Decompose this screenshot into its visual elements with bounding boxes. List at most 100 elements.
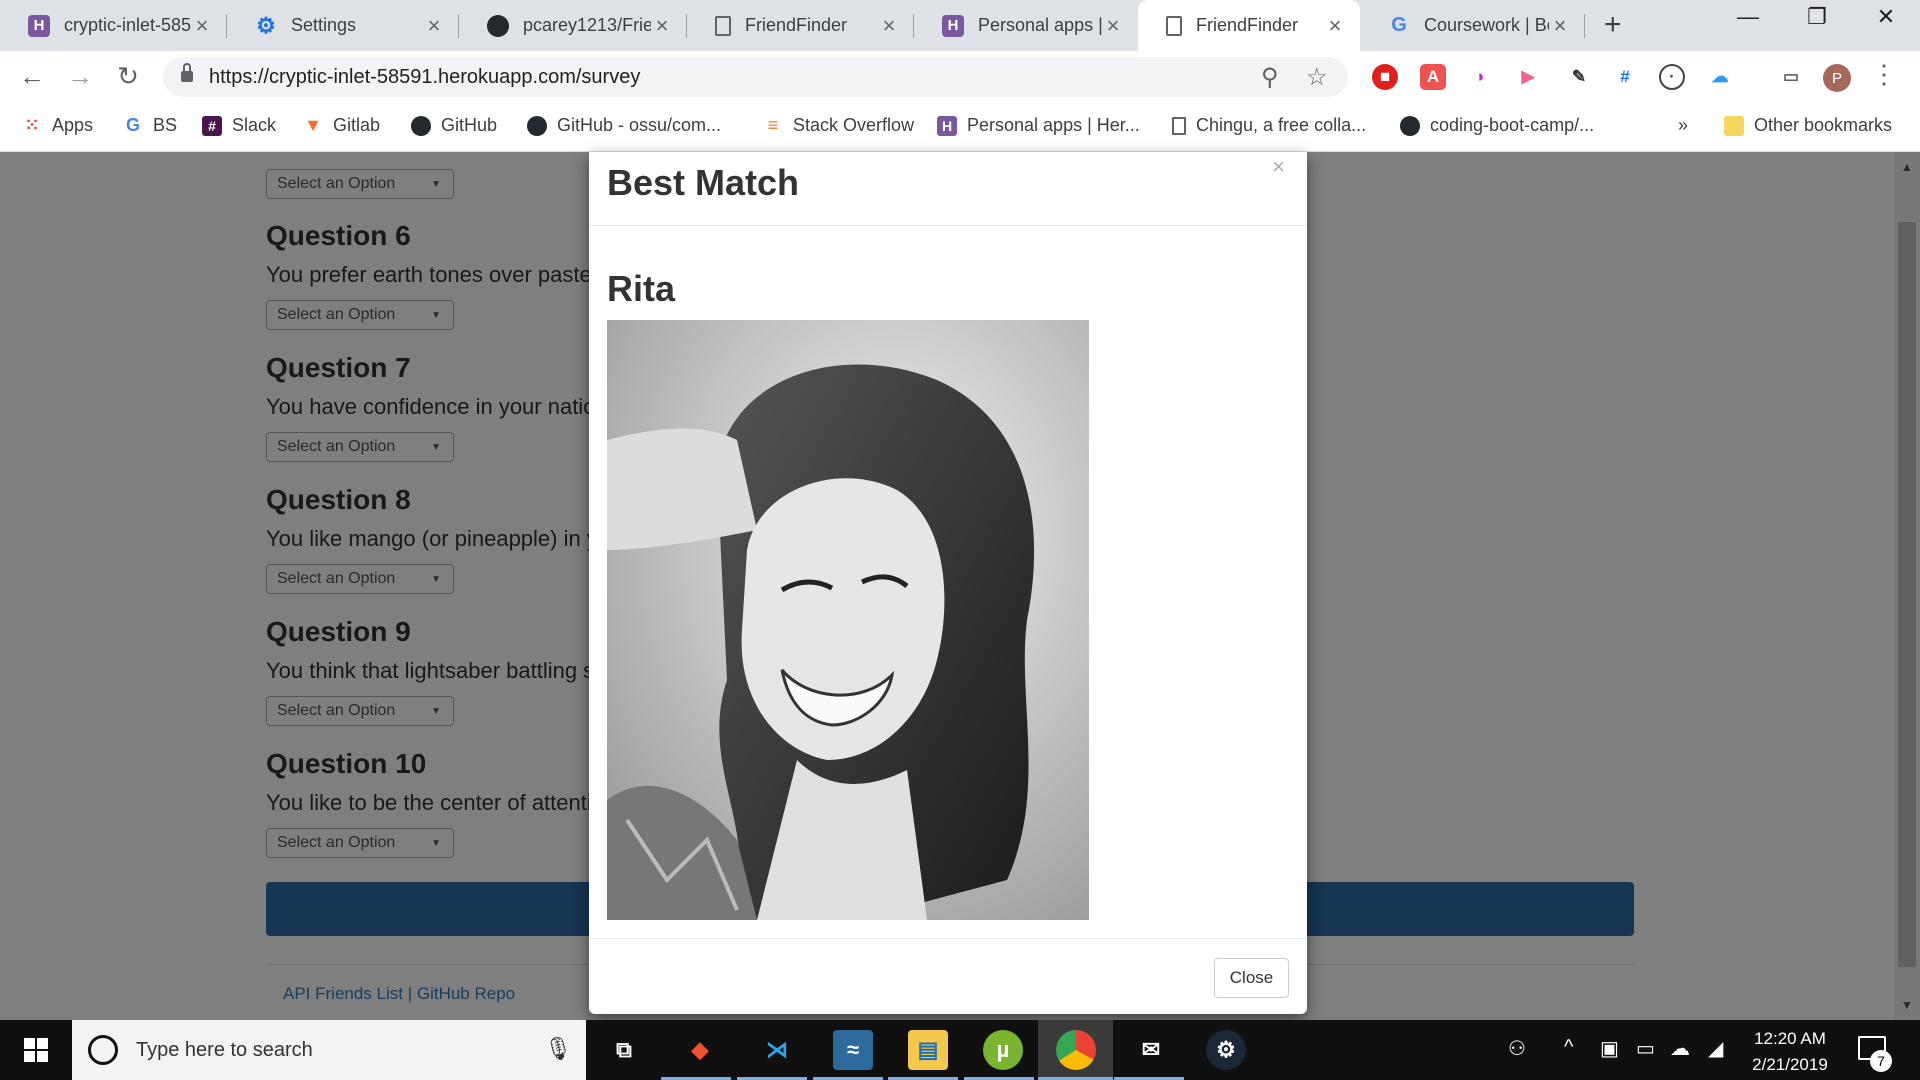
close-icon[interactable]: ×	[1549, 13, 1571, 39]
slack-icon: #	[202, 115, 222, 136]
github-icon	[487, 14, 509, 37]
ruler-icon[interactable]: #	[1612, 64, 1638, 90]
onedrive-icon[interactable]: ☁	[1670, 1036, 1690, 1061]
mysql-workbench-icon[interactable]: ≈	[833, 1030, 873, 1070]
tab-personal-apps[interactable]: H Personal apps | H ×	[914, 0, 1138, 51]
close-icon[interactable]: ×	[423, 13, 445, 39]
close-icon[interactable]: ×	[878, 13, 900, 39]
bookmark-slack[interactable]: # Slack	[202, 115, 276, 136]
bookmark-github-ossu[interactable]: GitHub - ossu/com...	[527, 115, 721, 136]
windows-taskbar: Type here to search 🎙 ⧉ ◆ ⋊ ≈ ▤ µ ✉ ⚙ ⚇ …	[0, 1020, 1920, 1080]
tab-settings[interactable]: ⚙ Settings ×	[227, 0, 459, 51]
modal-header: Best Match ×	[589, 152, 1307, 226]
start-button[interactable]	[0, 1020, 72, 1080]
bookmark-label: Personal apps | Her...	[967, 115, 1140, 135]
document-icon	[1172, 116, 1186, 135]
close-icon[interactable]: ×	[1324, 13, 1346, 39]
window-close-icon[interactable]: ✕	[1866, 4, 1906, 30]
restore-icon[interactable]: ❐	[1797, 4, 1837, 30]
bookmark-star-icon[interactable]: ☆	[1306, 63, 1328, 92]
people-icon[interactable]: ⚇	[1508, 1036, 1526, 1061]
close-icon[interactable]: ×	[1102, 13, 1124, 39]
file-explorer-icon[interactable]: ▤	[908, 1030, 948, 1070]
cast-icon[interactable]: ▭	[1778, 64, 1804, 90]
tab-title: Coursework | Bo	[1424, 15, 1549, 35]
minimize-icon[interactable]: —	[1728, 4, 1768, 30]
video-icon[interactable]: ▶	[1515, 64, 1541, 90]
git-icon[interactable]: ◆	[680, 1030, 720, 1070]
reload-icon[interactable]: ↻	[110, 61, 146, 92]
tab-title: FriendFinder	[1196, 15, 1299, 35]
modal-footer-divider	[589, 938, 1307, 939]
bookmark-gitlab[interactable]: ▼ Gitlab	[303, 115, 380, 136]
search-placeholder: Type here to search	[136, 1038, 313, 1061]
modal-close-icon[interactable]: ×	[1272, 154, 1285, 180]
utorrent-icon[interactable]: µ	[983, 1030, 1023, 1070]
notification-badge: 7	[1870, 1050, 1892, 1072]
back-icon[interactable]: ←	[14, 61, 50, 92]
modal-title: Best Match	[607, 162, 800, 203]
cloud-icon[interactable]: ☁	[1707, 64, 1733, 90]
github-icon	[411, 115, 431, 136]
json-viewer-icon[interactable]: ·	[1659, 64, 1685, 90]
pdf-icon[interactable]: A	[1420, 64, 1446, 90]
vscode-icon[interactable]: ⋊	[757, 1030, 797, 1070]
zoom-icon[interactable]: ⚲	[1261, 63, 1279, 92]
new-tab-icon[interactable]: +	[1604, 8, 1622, 42]
url-text: https://cryptic-inlet-58591.herokuapp.co…	[209, 65, 641, 88]
wifi-icon[interactable]: ◢	[1708, 1036, 1723, 1061]
address-bar[interactable]: https://cryptic-inlet-58591.herokuapp.co…	[163, 57, 1348, 97]
profile-avatar[interactable]: P	[1823, 64, 1851, 92]
bookmark-bs[interactable]: G BS	[123, 115, 177, 136]
tab-github-repo[interactable]: pcarey1213/Frie ×	[459, 0, 687, 51]
other-bookmarks[interactable]: Other bookmarks	[1724, 115, 1892, 136]
google-icon: G	[125, 115, 140, 135]
tab-title: Personal apps | H	[978, 15, 1102, 35]
close-button[interactable]: Close	[1214, 958, 1289, 998]
bookmark-label: Chingu, a free colla...	[1196, 115, 1367, 135]
tab-friendfinder[interactable]: FriendFinder ×	[687, 0, 914, 51]
clock-time: 12:20 AM	[1754, 1029, 1826, 1048]
heroku-icon: H	[937, 115, 957, 136]
close-icon[interactable]: ×	[651, 13, 673, 39]
eyedropper-icon[interactable]: ✎	[1566, 64, 1592, 90]
mail-icon[interactable]: ✉	[1131, 1030, 1171, 1070]
github-icon	[527, 115, 547, 136]
bookmark-github[interactable]: GitHub	[411, 115, 497, 136]
system-clock[interactable]: 12:20 AM 2/21/2019	[1730, 1026, 1850, 1078]
tab-coursework[interactable]: G Coursework | Bo ×	[1360, 0, 1585, 51]
rss-icon[interactable]: ◗	[1468, 64, 1494, 90]
adblock-icon[interactable]: ■	[1372, 64, 1398, 90]
close-icon[interactable]: ×	[191, 13, 213, 39]
chrome-icon[interactable]	[1056, 1030, 1096, 1070]
bookmark-personal-apps[interactable]: H Personal apps | Her...	[937, 115, 1140, 136]
steam-icon[interactable]: ⚙	[1206, 1030, 1246, 1070]
battery-icon[interactable]: ▭	[1636, 1036, 1655, 1061]
heroku-icon: H	[28, 14, 50, 37]
bookmark-chingu[interactable]: Chingu, a free colla...	[1172, 115, 1366, 136]
bookmark-label: Stack Overflow	[793, 115, 915, 135]
forward-icon[interactable]: →	[62, 61, 98, 92]
task-view-icon[interactable]: ⧉	[604, 1030, 644, 1070]
more-bookmarks-button[interactable]: »	[1678, 115, 1688, 136]
tab-friendfinder-active[interactable]: FriendFinder ×	[1138, 0, 1360, 51]
bookmark-label: coding-boot-camp/...	[1430, 115, 1595, 135]
menu-icon[interactable]: ⋮	[1866, 59, 1902, 90]
bookmark-stackoverflow[interactable]: ≡ Stack Overflow	[763, 115, 914, 136]
bookmark-label: Other bookmarks	[1754, 115, 1893, 135]
bookmark-label: Slack	[232, 115, 277, 135]
lock-icon	[181, 63, 193, 83]
bookmark-label: BS	[153, 115, 178, 135]
taskbar-search[interactable]: Type here to search 🎙	[72, 1020, 586, 1080]
bookmark-coding-boot-camp[interactable]: coding-boot-camp/...	[1400, 115, 1594, 136]
usb-icon[interactable]: ▣	[1600, 1036, 1619, 1061]
document-icon	[1166, 15, 1182, 36]
gear-icon: ⚙	[256, 12, 276, 38]
tab-cryptic-inlet[interactable]: H cryptic-inlet-585 ×	[0, 0, 227, 51]
bookmark-apps[interactable]: ⁙ Apps	[22, 115, 93, 136]
apps-grid-icon: ⁙	[24, 115, 40, 135]
chevron-up-icon[interactable]: ^	[1564, 1036, 1573, 1059]
match-name: Rita	[607, 268, 676, 309]
microphone-icon[interactable]: 🎙	[544, 1036, 572, 1062]
document-icon	[715, 15, 731, 36]
